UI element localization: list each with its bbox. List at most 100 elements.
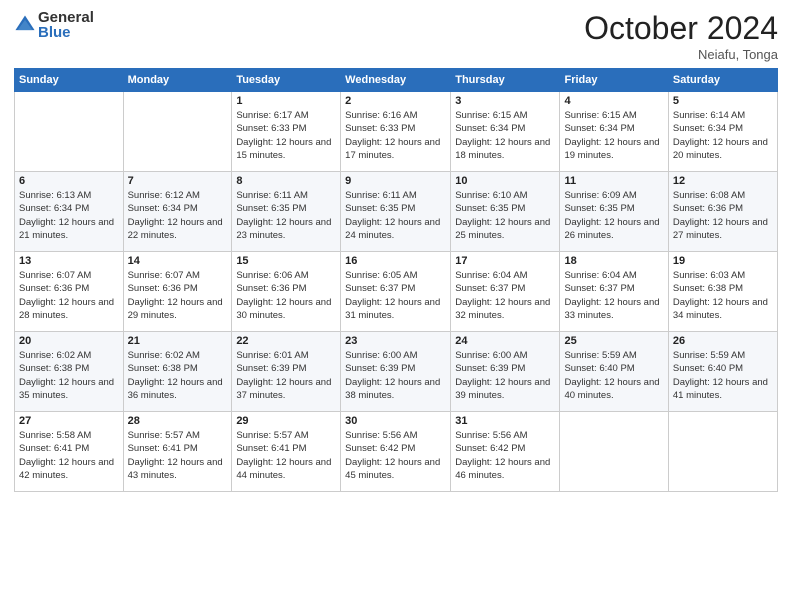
day-number: 5 [673,95,773,107]
logo-text: General Blue [38,10,94,40]
calendar-week-row: 13 Sunrise: 6:07 AMSunset: 6:36 PMDayligh… [15,252,778,332]
day-number: 15 [236,255,336,267]
calendar-cell [668,412,777,492]
calendar-table: SundayMondayTuesdayWednesdayThursdayFrid… [14,68,778,492]
calendar-cell: 15 Sunrise: 6:06 AMSunset: 6:36 PMDayligh… [232,252,341,332]
calendar-cell: 25Sunrise: 5:59 AMSunset: 6:40 PMDayligh… [560,332,668,412]
day-number: 4 [564,95,663,107]
day-info: Sunrise: 5:56 AMSunset: 6:42 PMDaylight:… [455,429,555,482]
day-number: 8 [236,175,336,187]
calendar-cell: 29 Sunrise: 5:57 AMSunset: 6:41 PMDayligh… [232,412,341,492]
day-info: Sunrise: 6:08 AMSunset: 6:36 PMDaylight:… [673,189,773,242]
day-number: 6 [19,175,119,187]
calendar-cell: 3 Sunrise: 6:15 AMSunset: 6:34 PMDaylight… [451,92,560,172]
day-number: 3 [455,95,555,107]
day-info: Sunrise: 6:00 AMSunset: 6:39 PMDaylight:… [345,349,446,402]
title-section: October 2024 Neiafu, Tonga [584,10,778,62]
calendar-week-row: 20 Sunrise: 6:02 AMSunset: 6:38 PMDayligh… [15,332,778,412]
day-number: 1 [236,95,336,107]
calendar-cell: 24Sunrise: 6:00 AMSunset: 6:39 PMDayligh… [451,332,560,412]
day-number: 12 [673,175,773,187]
day-number: 29 [236,415,336,427]
weekday-header: Wednesday [341,69,451,92]
day-info: Sunrise: 6:05 AMSunset: 6:37 PMDaylight:… [345,269,446,322]
calendar-cell: 19 Sunrise: 6:03 AMSunset: 6:38 PMDayligh… [668,252,777,332]
page: General Blue October 2024 Neiafu, Tonga … [0,0,792,612]
day-info: Sunrise: 6:04 AMSunset: 6:37 PMDaylight:… [564,269,663,322]
calendar-cell: 13Sunrise: 6:07 AMSunset: 6:36 PMDayligh… [15,252,124,332]
day-number: 24 [455,335,555,347]
day-number: 7 [128,175,228,187]
calendar-week-row: 27 Sunrise: 5:58 AMSunset: 6:41 PMDayligh… [15,412,778,492]
weekday-header: Saturday [668,69,777,92]
day-info: Sunrise: 5:58 AMSunset: 6:41 PMDaylight:… [19,429,119,482]
calendar-cell: 20 Sunrise: 6:02 AMSunset: 6:38 PMDayligh… [15,332,124,412]
day-number: 27 [19,415,119,427]
calendar-cell: 7 Sunrise: 6:12 AMSunset: 6:34 PMDaylight… [123,172,232,252]
calendar-cell: 16Sunrise: 6:05 AMSunset: 6:37 PMDayligh… [341,252,451,332]
day-number: 28 [128,415,228,427]
day-info: Sunrise: 6:17 AMSunset: 6:33 PMDaylight:… [236,109,336,162]
day-number: 31 [455,415,555,427]
weekday-header: Sunday [15,69,124,92]
day-info: Sunrise: 6:14 AMSunset: 6:34 PMDaylight:… [673,109,773,162]
day-info: Sunrise: 6:03 AMSunset: 6:38 PMDaylight:… [673,269,773,322]
day-info: Sunrise: 6:01 AMSunset: 6:39 PMDaylight:… [236,349,336,402]
day-number: 9 [345,175,446,187]
calendar-cell: 31 Sunrise: 5:56 AMSunset: 6:42 PMDayligh… [451,412,560,492]
day-number: 13 [19,255,119,267]
calendar-cell: 14 Sunrise: 6:07 AMSunset: 6:36 PMDayligh… [123,252,232,332]
day-info: Sunrise: 6:11 AMSunset: 6:35 PMDaylight:… [236,189,336,242]
day-info: Sunrise: 6:12 AMSunset: 6:34 PMDaylight:… [128,189,228,242]
day-info: Sunrise: 6:10 AMSunset: 6:35 PMDaylight:… [455,189,555,242]
calendar-cell [15,92,124,172]
location: Neiafu, Tonga [584,47,778,62]
calendar-cell: 30Sunrise: 5:56 AMSunset: 6:42 PMDayligh… [341,412,451,492]
day-info: Sunrise: 5:57 AMSunset: 6:41 PMDaylight:… [128,429,228,482]
logo-blue-text: Blue [38,25,94,40]
calendar-cell: 12 Sunrise: 6:08 AMSunset: 6:36 PMDayligh… [668,172,777,252]
calendar-cell: 22Sunrise: 6:01 AMSunset: 6:39 PMDayligh… [232,332,341,412]
day-number: 19 [673,255,773,267]
calendar-week-row: 1 Sunrise: 6:17 AMSunset: 6:33 PMDaylight… [15,92,778,172]
day-number: 17 [455,255,555,267]
day-info: Sunrise: 6:02 AMSunset: 6:38 PMDaylight:… [128,349,228,402]
calendar-cell [123,92,232,172]
day-info: Sunrise: 6:04 AMSunset: 6:37 PMDaylight:… [455,269,555,322]
weekday-header: Monday [123,69,232,92]
calendar-cell: 10 Sunrise: 6:10 AMSunset: 6:35 PMDayligh… [451,172,560,252]
day-info: Sunrise: 6:09 AMSunset: 6:35 PMDaylight:… [564,189,663,242]
calendar-cell: 21 Sunrise: 6:02 AMSunset: 6:38 PMDayligh… [123,332,232,412]
logo-icon [14,14,36,36]
day-number: 2 [345,95,446,107]
calendar-cell: 27 Sunrise: 5:58 AMSunset: 6:41 PMDayligh… [15,412,124,492]
weekday-header: Friday [560,69,668,92]
calendar-cell: 4 Sunrise: 6:15 AMSunset: 6:34 PMDaylight… [560,92,668,172]
day-number: 14 [128,255,228,267]
day-number: 18 [564,255,663,267]
calendar-cell: 11Sunrise: 6:09 AMSunset: 6:35 PMDayligh… [560,172,668,252]
day-number: 23 [345,335,446,347]
day-number: 20 [19,335,119,347]
day-info: Sunrise: 6:15 AMSunset: 6:34 PMDaylight:… [455,109,555,162]
calendar-week-row: 6Sunrise: 6:13 AMSunset: 6:34 PMDaylight… [15,172,778,252]
day-info: Sunrise: 6:07 AMSunset: 6:36 PMDaylight:… [128,269,228,322]
calendar-cell: 5 Sunrise: 6:14 AMSunset: 6:34 PMDaylight… [668,92,777,172]
day-info: Sunrise: 5:56 AMSunset: 6:42 PMDaylight:… [345,429,446,482]
day-number: 26 [673,335,773,347]
calendar-cell [560,412,668,492]
day-info: Sunrise: 5:57 AMSunset: 6:41 PMDaylight:… [236,429,336,482]
day-info: Sunrise: 6:16 AMSunset: 6:33 PMDaylight:… [345,109,446,162]
day-info: Sunrise: 6:02 AMSunset: 6:38 PMDaylight:… [19,349,119,402]
header: General Blue October 2024 Neiafu, Tonga [14,10,778,62]
day-number: 21 [128,335,228,347]
day-info: Sunrise: 5:59 AMSunset: 6:40 PMDaylight:… [564,349,663,402]
day-info: Sunrise: 6:15 AMSunset: 6:34 PMDaylight:… [564,109,663,162]
day-number: 10 [455,175,555,187]
day-info: Sunrise: 6:06 AMSunset: 6:36 PMDaylight:… [236,269,336,322]
calendar-cell: 9Sunrise: 6:11 AMSunset: 6:35 PMDaylight… [341,172,451,252]
logo-general-text: General [38,10,94,25]
calendar-cell: 18 Sunrise: 6:04 AMSunset: 6:37 PMDayligh… [560,252,668,332]
calendar-cell: 1 Sunrise: 6:17 AMSunset: 6:33 PMDaylight… [232,92,341,172]
calendar-cell: 28 Sunrise: 5:57 AMSunset: 6:41 PMDayligh… [123,412,232,492]
